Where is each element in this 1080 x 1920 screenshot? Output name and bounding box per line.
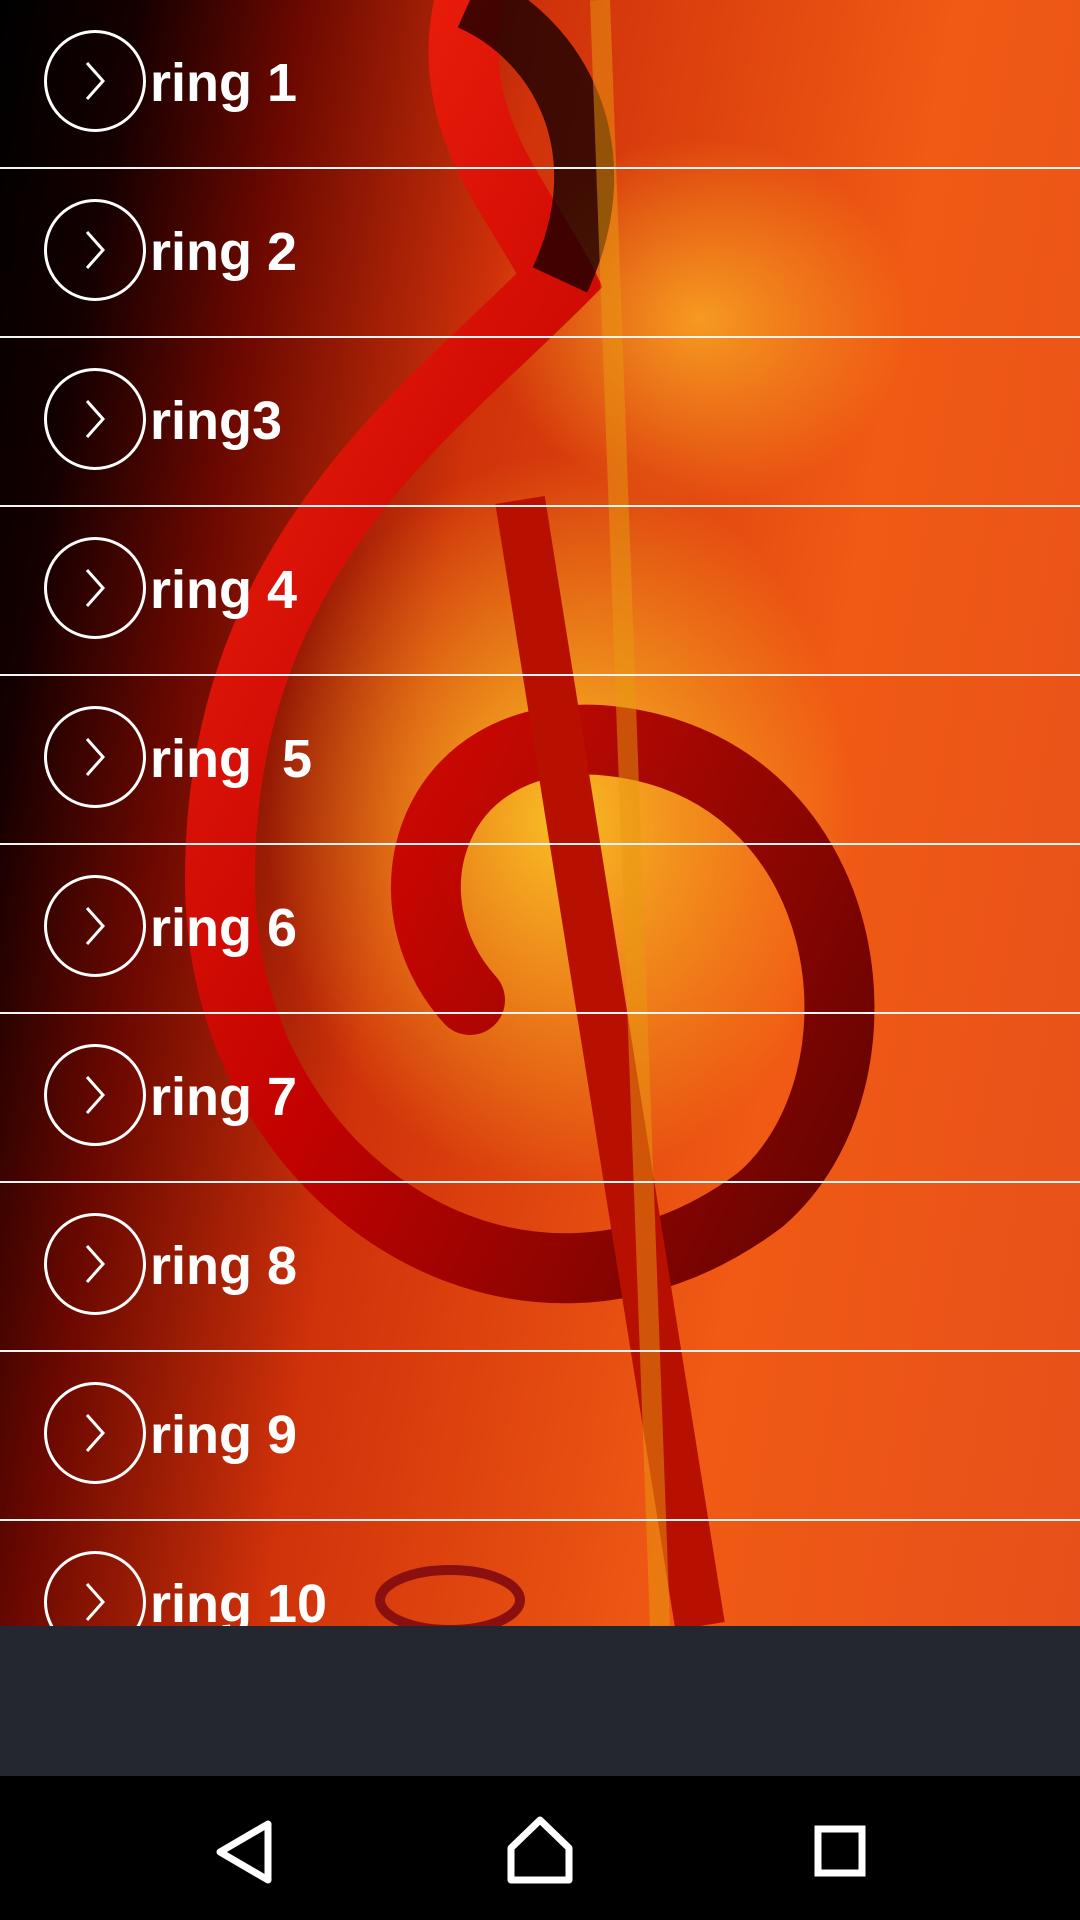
list-item[interactable]: ring 7 [0, 1014, 1080, 1183]
chevron-right-circle-icon [44, 537, 146, 639]
ringtone-label: ring 2 [150, 222, 298, 282]
list-item[interactable]: ring3 [0, 338, 1080, 507]
ringtone-label: ring 9 [150, 1405, 298, 1465]
ad-banner-area [0, 1626, 1080, 1776]
list-item[interactable]: ring 4 [0, 507, 1080, 676]
list-item[interactable]: ring 2 [0, 169, 1080, 338]
chevron-right-circle-icon [44, 706, 146, 808]
home-icon [507, 1816, 573, 1884]
nav-home-button[interactable] [450, 1776, 630, 1920]
chevron-right-circle-icon [44, 1551, 146, 1626]
recents-square-icon [814, 1825, 866, 1877]
chevron-right-circle-icon [44, 368, 146, 470]
ringtone-label: ring3 [150, 391, 283, 451]
ringtone-label: ring 10 [150, 1574, 328, 1626]
list-item[interactable]: ring 10 [0, 1521, 1080, 1626]
ringtone-label: ring 1 [150, 53, 298, 113]
chevron-right-circle-icon [44, 199, 146, 301]
ringtone-label: ring 4 [150, 560, 298, 620]
nav-recents-button[interactable] [750, 1776, 930, 1920]
ringtone-label: ring 7 [150, 1067, 298, 1127]
list-item[interactable]: ring 1 [0, 0, 1080, 169]
nav-back-button[interactable] [150, 1776, 330, 1920]
list-item[interactable]: ring 8 [0, 1183, 1080, 1352]
system-navigation-bar [0, 1776, 1080, 1920]
list-item[interactable]: ring 6 [0, 845, 1080, 1014]
list-item[interactable]: ring 9 [0, 1352, 1080, 1521]
ringtone-label: ring 5 [150, 729, 313, 789]
ringtone-label: ring 6 [150, 898, 298, 958]
back-triangle-icon [216, 1820, 272, 1884]
chevron-right-circle-icon [44, 1213, 146, 1315]
ringtone-list: ring 1 ring 2 ring3 ring 4 ring 5 ring 6… [0, 0, 1080, 1626]
ringtone-list-background: ring 1 ring 2 ring3 ring 4 ring 5 ring 6… [0, 0, 1080, 1626]
chevron-right-circle-icon [44, 30, 146, 132]
ringtone-label: ring 8 [150, 1236, 298, 1296]
chevron-right-circle-icon [44, 875, 146, 977]
list-item[interactable]: ring 5 [0, 676, 1080, 845]
chevron-right-circle-icon [44, 1044, 146, 1146]
chevron-right-circle-icon [44, 1382, 146, 1484]
